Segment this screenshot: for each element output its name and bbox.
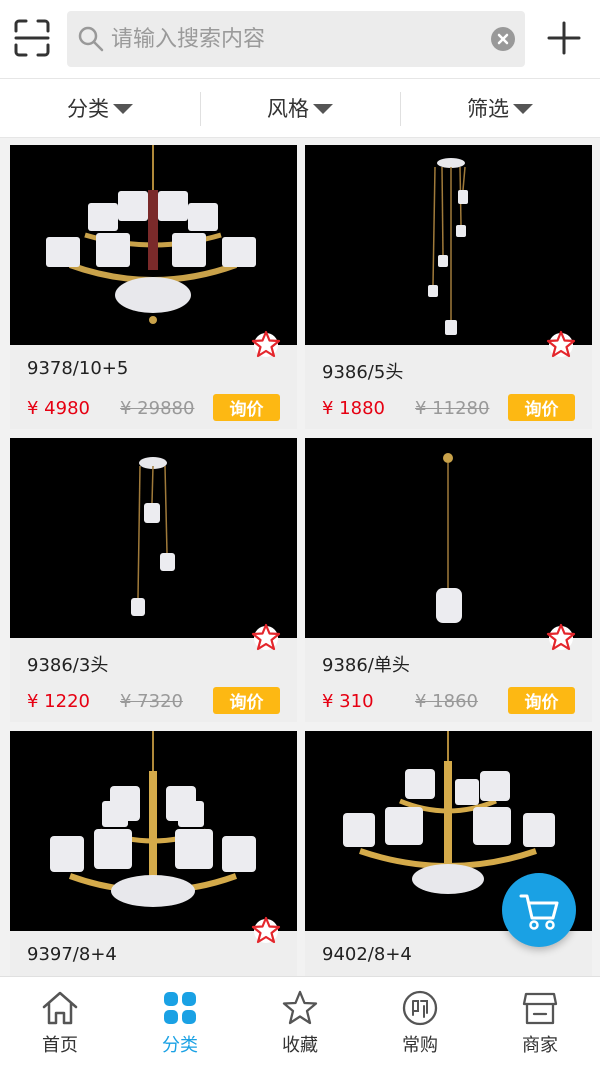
cart-icon [519,894,559,930]
product-code: 9378/10+5 [27,358,129,379]
star-icon[interactable] [251,623,281,651]
star-icon[interactable] [251,916,281,944]
star-icon[interactable] [546,623,576,651]
bottom-tab-bar: 首页 分类 收藏 常购 商家 [0,976,600,1067]
product-code: 9402/8+4 [322,944,412,965]
tab-label: 商家 [522,1035,558,1056]
inquiry-button[interactable]: 询价 [508,394,575,421]
product-card[interactable]: 9378/10+5 ¥ 4980 ¥ 29880 询价 [10,145,297,429]
filter-label: 分类 [67,97,109,121]
filter-style[interactable]: 风格 [200,79,400,137]
tab-label: 分类 [162,1035,198,1056]
tab-home[interactable]: 首页 [0,977,120,1067]
product-price: ¥ 310 [322,691,374,712]
inquiry-button[interactable]: 询价 [508,687,575,714]
tab-label: 收藏 [282,1035,318,1056]
caret-down-icon [313,104,333,114]
category-grid-icon [164,992,196,1024]
search-input[interactable] [111,11,481,67]
star-icon[interactable] [251,330,281,358]
original-price: ¥ 11280 [415,398,490,419]
product-image[interactable] [305,438,592,638]
product-card[interactable]: 9386/3头 ¥ 1220 ¥ 7320 询价 [10,438,297,722]
filter-bar: 分类 风格 筛选 [0,78,600,138]
product-card[interactable]: 9397/8+4 [10,731,297,1015]
top-bar [0,0,600,78]
scan-icon[interactable] [12,18,52,58]
product-price: ¥ 1220 [27,691,90,712]
inquiry-button[interactable]: 询价 [213,687,280,714]
caret-down-icon [113,104,133,114]
search-box[interactable] [67,11,525,67]
home-icon [42,991,78,1025]
star-icon [282,990,318,1025]
original-price: ¥ 7320 [120,691,183,712]
product-card[interactable]: 9386/单头 ¥ 310 ¥ 1860 询价 [305,438,592,722]
filter-category[interactable]: 分类 [0,79,200,137]
product-image[interactable] [10,145,297,345]
original-price: ¥ 1860 [415,691,478,712]
clear-icon[interactable] [491,27,515,51]
product-price: ¥ 1880 [322,398,385,419]
product-image[interactable] [10,731,297,931]
tab-favorites[interactable]: 收藏 [240,977,360,1067]
search-icon [78,26,104,52]
tab-label: 常购 [402,1035,438,1056]
product-code: 9386/5头 [322,362,404,383]
inquiry-button[interactable]: 询价 [213,394,280,421]
cart-button[interactable] [502,873,576,947]
plus-icon[interactable] [546,20,582,56]
tab-label: 首页 [42,1035,78,1056]
tab-merchant[interactable]: 商家 [480,977,600,1067]
filter-label: 风格 [267,97,309,121]
product-image[interactable] [305,145,592,345]
tab-category[interactable]: 分类 [120,977,240,1067]
caret-down-icon [513,104,533,114]
product-code: 9386/单头 [322,655,410,676]
filter-screen[interactable]: 筛选 [400,79,600,137]
product-code: 9397/8+4 [27,944,117,965]
original-price: ¥ 29880 [120,398,195,419]
product-image[interactable] [10,438,297,638]
tab-frequent[interactable]: 常购 [360,977,480,1067]
store-icon [522,992,558,1025]
product-card[interactable]: 9386/5头 ¥ 1880 ¥ 11280 询价 [305,145,592,429]
product-code: 9386/3头 [27,655,109,676]
product-price: ¥ 4980 [27,398,90,419]
star-icon[interactable] [546,330,576,358]
buy-badge-icon [402,990,438,1026]
filter-label: 筛选 [467,97,509,121]
